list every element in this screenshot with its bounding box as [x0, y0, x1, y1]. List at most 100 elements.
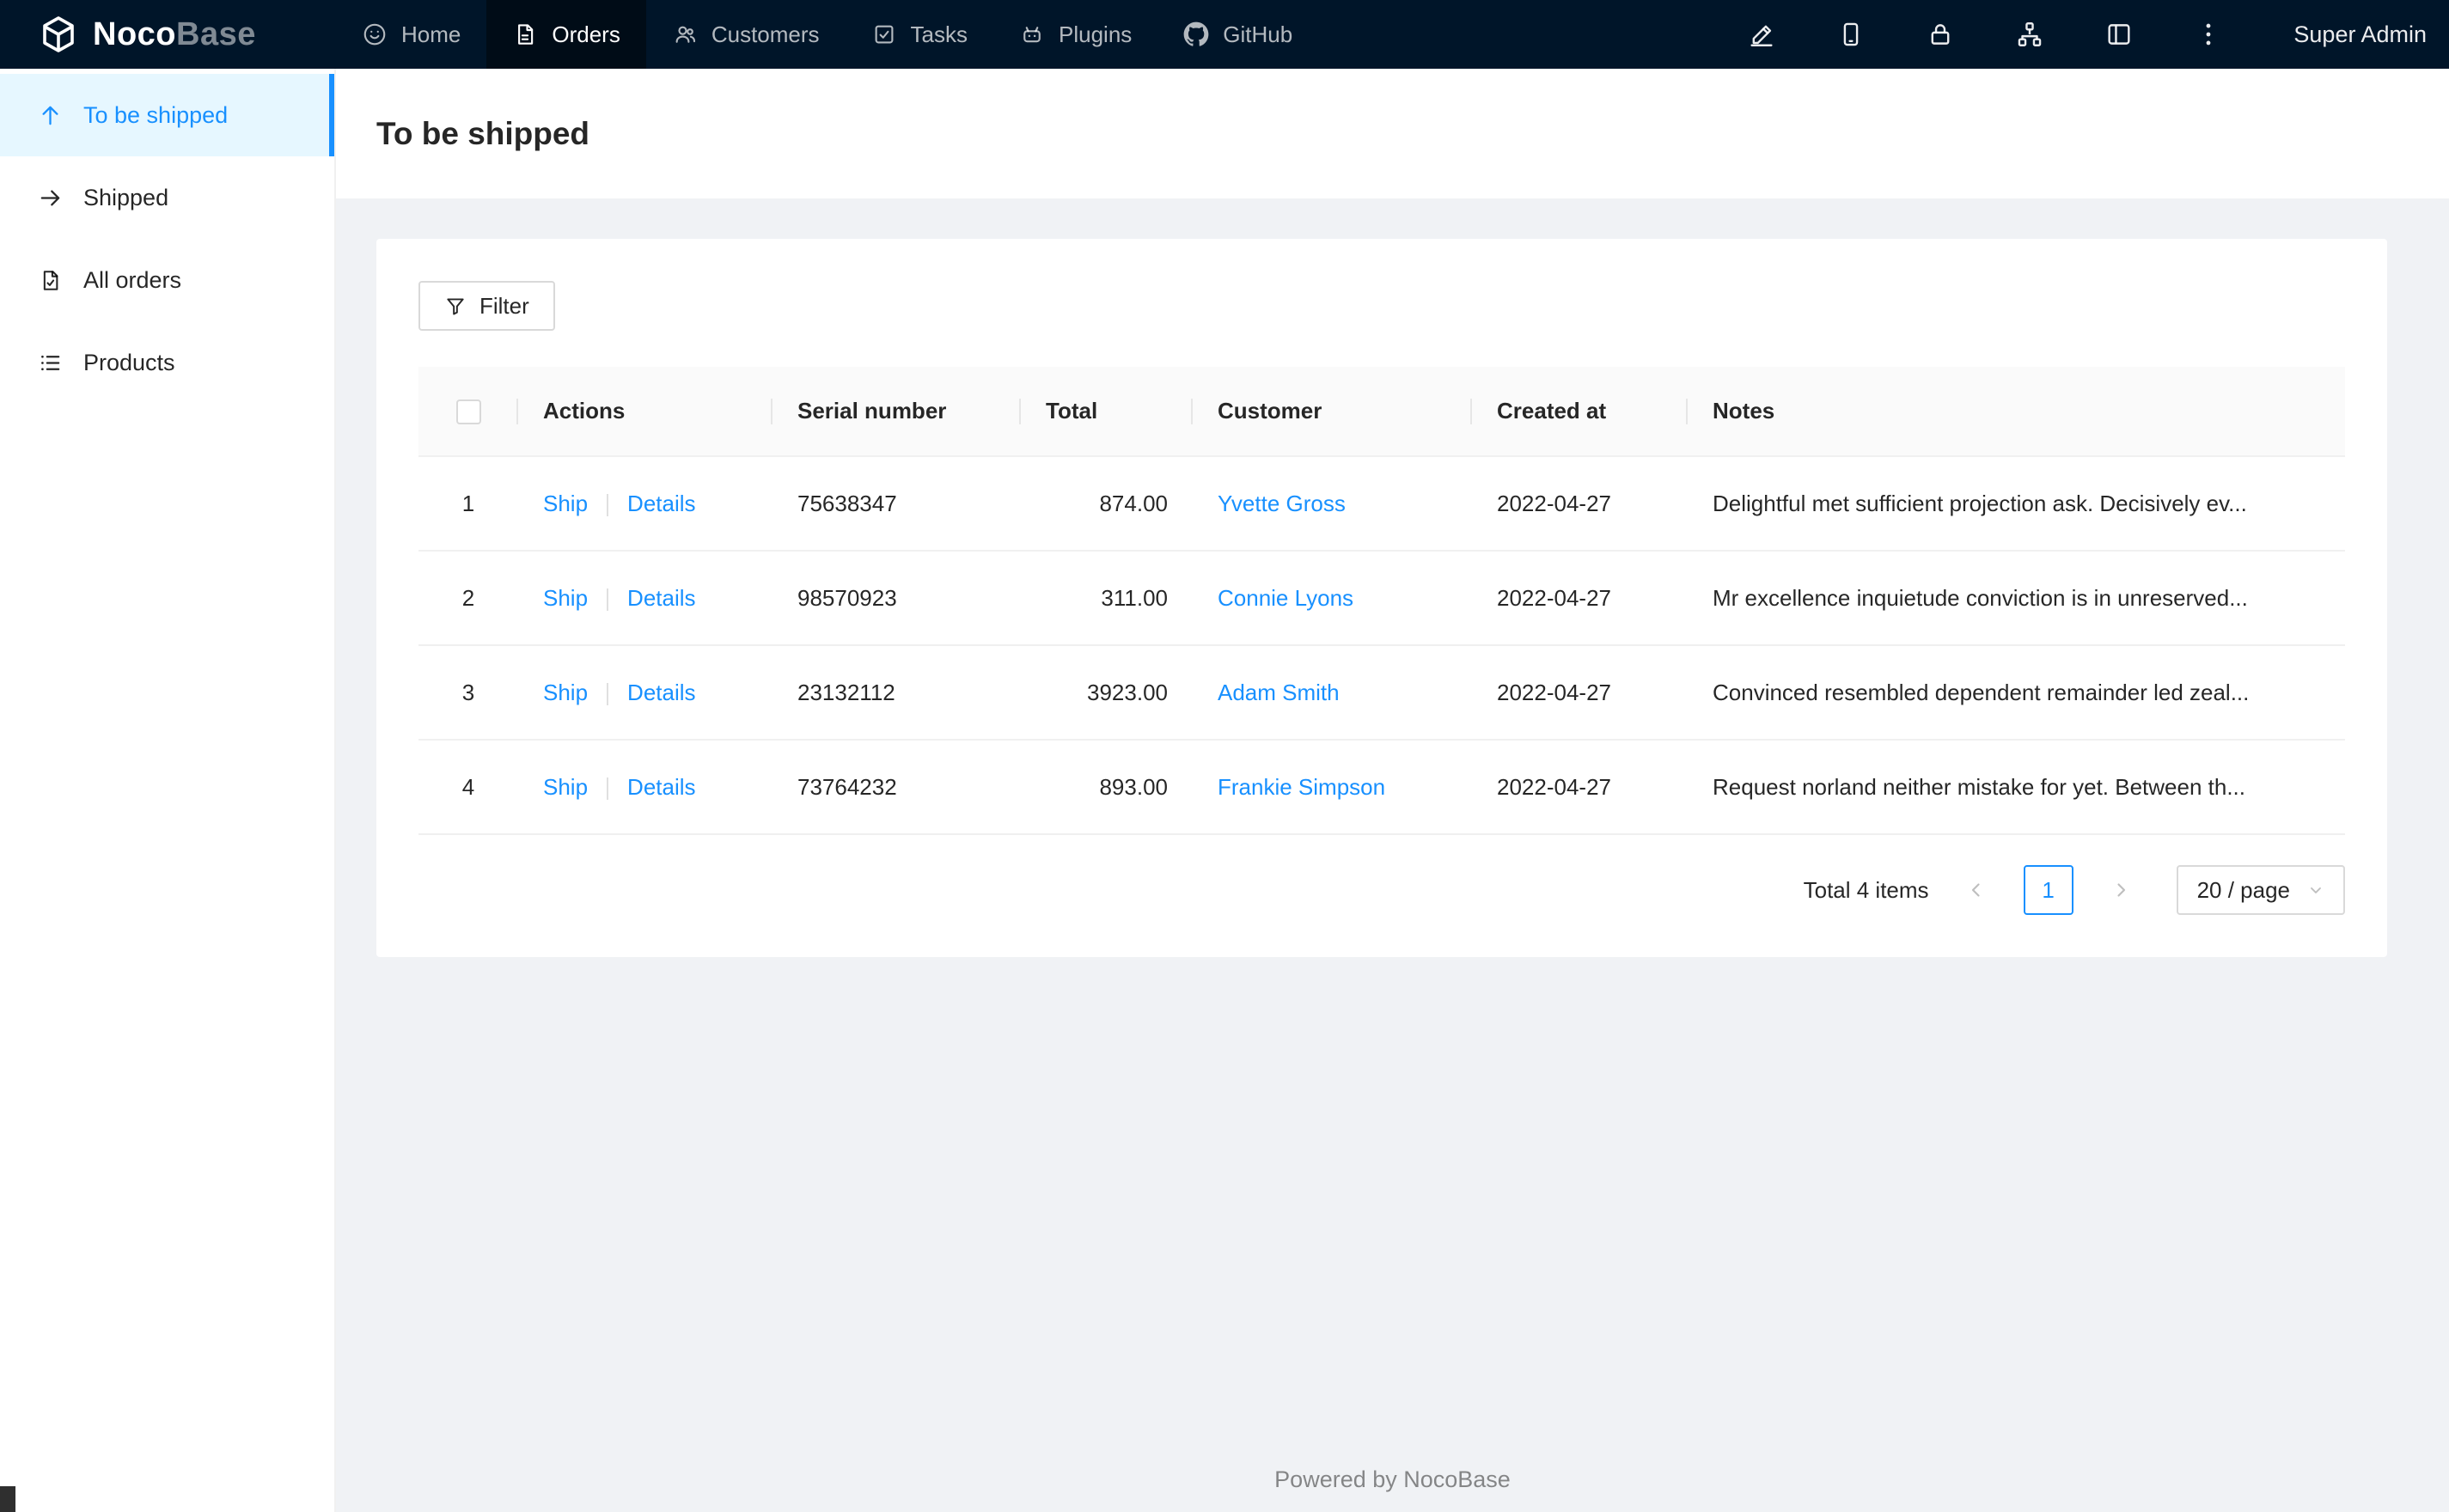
- orders-card: Filter Actions Serial number Total Custo…: [376, 239, 2387, 957]
- nav-label: Plugins: [1059, 21, 1133, 47]
- filter-funnel-icon: [444, 295, 467, 317]
- nav-item-tasks[interactable]: Tasks: [846, 0, 993, 69]
- row-index: 2: [418, 551, 518, 646]
- column-header-total: Total: [1021, 367, 1193, 457]
- sidebar-scrollbar-thumb[interactable]: [0, 1486, 15, 1512]
- table-row: 1 Ship Details 75638347 874.00 Yvette Gro…: [418, 456, 2345, 552]
- customer-link[interactable]: Connie Lyons: [1218, 585, 1353, 611]
- nav-item-github[interactable]: GitHub: [1157, 0, 1318, 69]
- customer-link[interactable]: Frankie Simpson: [1218, 774, 1385, 800]
- nav-label: Tasks: [910, 21, 968, 47]
- prev-page-button[interactable]: [1951, 865, 2001, 915]
- page-header: To be shipped: [336, 69, 2449, 198]
- logo-text-base: Base: [176, 15, 256, 52]
- notes-cell: Delightful met sufficient projection ask…: [1688, 456, 2345, 552]
- nocobase-logo[interactable]: NocoBase: [0, 0, 336, 69]
- arrow-right-icon: [38, 186, 63, 210]
- sidebar-item-label: To be shipped: [83, 101, 229, 128]
- ship-link[interactable]: Ship: [543, 680, 588, 705]
- column-header-customer: Customer: [1193, 367, 1472, 457]
- notes-cell: Convinced resembled dependent remainder …: [1688, 645, 2345, 741]
- created-at-cell: 2022-04-27: [1472, 740, 1688, 835]
- filter-button[interactable]: Filter: [418, 281, 555, 331]
- select-all-checkbox[interactable]: [455, 399, 481, 425]
- customer-cell: Connie Lyons: [1193, 551, 1472, 646]
- more-ellipsis-icon[interactable]: [2194, 20, 2223, 49]
- page-title: To be shipped: [376, 115, 590, 151]
- plugins-icon: [1019, 21, 1045, 47]
- notes-cell: Mr excellence inquietude conviction is i…: [1688, 551, 2345, 646]
- lock-icon[interactable]: [1926, 20, 1955, 49]
- chevron-down-icon: [2307, 881, 2324, 899]
- list-icon: [38, 351, 63, 375]
- nav-item-orders[interactable]: Orders: [486, 0, 646, 69]
- details-link[interactable]: Details: [627, 680, 695, 705]
- serial-number-cell: 73764232: [773, 740, 1021, 835]
- action-divider: [607, 682, 609, 705]
- customer-cell: Frankie Simpson: [1193, 740, 1472, 835]
- sidebar-item-shipped[interactable]: Shipped: [0, 156, 334, 239]
- topbar: NocoBase Home Orders Customers Tasks Plu…: [0, 0, 2449, 69]
- chevron-right-icon: [2110, 880, 2131, 900]
- footer: Powered by NocoBase: [336, 1466, 2449, 1493]
- nav-item-home[interactable]: Home: [336, 0, 486, 69]
- page-1-button[interactable]: 1: [2023, 865, 2073, 915]
- nav-label: GitHub: [1223, 21, 1293, 47]
- content-area: Filter Actions Serial number Total Custo…: [336, 198, 2449, 1512]
- api-sitemap-icon[interactable]: [2015, 20, 2044, 49]
- details-link[interactable]: Details: [627, 491, 695, 516]
- order-file-icon: [38, 268, 63, 293]
- nav-label: Customers: [711, 21, 820, 47]
- pagination-total: Total 4 items: [1803, 876, 1929, 903]
- tasks-icon: [871, 21, 897, 47]
- main-area: To be shipped Filter Actions Serial numb…: [336, 69, 2449, 1512]
- customer-link[interactable]: Yvette Gross: [1218, 491, 1346, 516]
- total-cell: 3923.00: [1021, 645, 1193, 741]
- arrow-up-icon: [38, 103, 63, 128]
- serial-number-cell: 98570923: [773, 551, 1021, 646]
- customers-icon: [672, 21, 698, 47]
- customer-cell: Adam Smith: [1193, 645, 1472, 741]
- customer-cell: Yvette Gross: [1193, 456, 1472, 552]
- sidebar-item-all-orders[interactable]: All orders: [0, 239, 334, 321]
- sidebar-item-label: Products: [83, 349, 175, 375]
- ship-link[interactable]: Ship: [543, 774, 588, 800]
- details-link[interactable]: Details: [627, 774, 695, 800]
- sidebar: To be shipped Shipped All orders Product…: [0, 69, 336, 1512]
- table-header-row: Actions Serial number Total Customer Cre…: [418, 367, 2345, 457]
- orders-icon: [512, 21, 538, 47]
- sidebar-item-products[interactable]: Products: [0, 321, 334, 404]
- created-at-cell: 2022-04-27: [1472, 551, 1688, 646]
- action-divider: [607, 493, 609, 516]
- user-menu[interactable]: Super Admin: [2293, 21, 2427, 48]
- actions-cell: Ship Details: [518, 456, 773, 552]
- chevron-left-icon: [1966, 880, 1987, 900]
- topbar-right: Super Admin: [1747, 0, 2449, 69]
- mobile-client-icon[interactable]: [1836, 20, 1866, 49]
- ship-link[interactable]: Ship: [543, 585, 588, 611]
- total-cell: 874.00: [1021, 456, 1193, 552]
- pagination: Total 4 items 1 20 / page: [418, 865, 2345, 915]
- nav-label: Home: [401, 21, 461, 47]
- details-link[interactable]: Details: [627, 585, 695, 611]
- sidebar-item-label: All orders: [83, 266, 182, 293]
- page-size-select[interactable]: 20 / page: [2176, 865, 2345, 915]
- layout-panel-icon[interactable]: [2104, 20, 2134, 49]
- nav-item-plugins[interactable]: Plugins: [993, 0, 1157, 69]
- row-index: 4: [418, 740, 518, 835]
- created-at-cell: 2022-04-27: [1472, 456, 1688, 552]
- nav-label: Orders: [552, 21, 620, 47]
- sidebar-item-to-be-shipped[interactable]: To be shipped: [0, 74, 334, 156]
- row-index: 3: [418, 645, 518, 741]
- total-cell: 893.00: [1021, 740, 1193, 835]
- table-row: 4 Ship Details 73764232 893.00 Frankie Si…: [418, 740, 2345, 835]
- logo-text-noco: Noco: [93, 15, 176, 52]
- table-row: 3 Ship Details 23132112 3923.00 Adam Smit…: [418, 645, 2345, 741]
- column-header-created-at: Created at: [1472, 367, 1688, 457]
- ui-editor-highlighter-icon[interactable]: [1747, 20, 1776, 49]
- customer-link[interactable]: Adam Smith: [1218, 680, 1340, 705]
- github-icon: [1183, 21, 1209, 47]
- ship-link[interactable]: Ship: [543, 491, 588, 516]
- nav-item-customers[interactable]: Customers: [646, 0, 846, 69]
- next-page-button[interactable]: [2096, 865, 2146, 915]
